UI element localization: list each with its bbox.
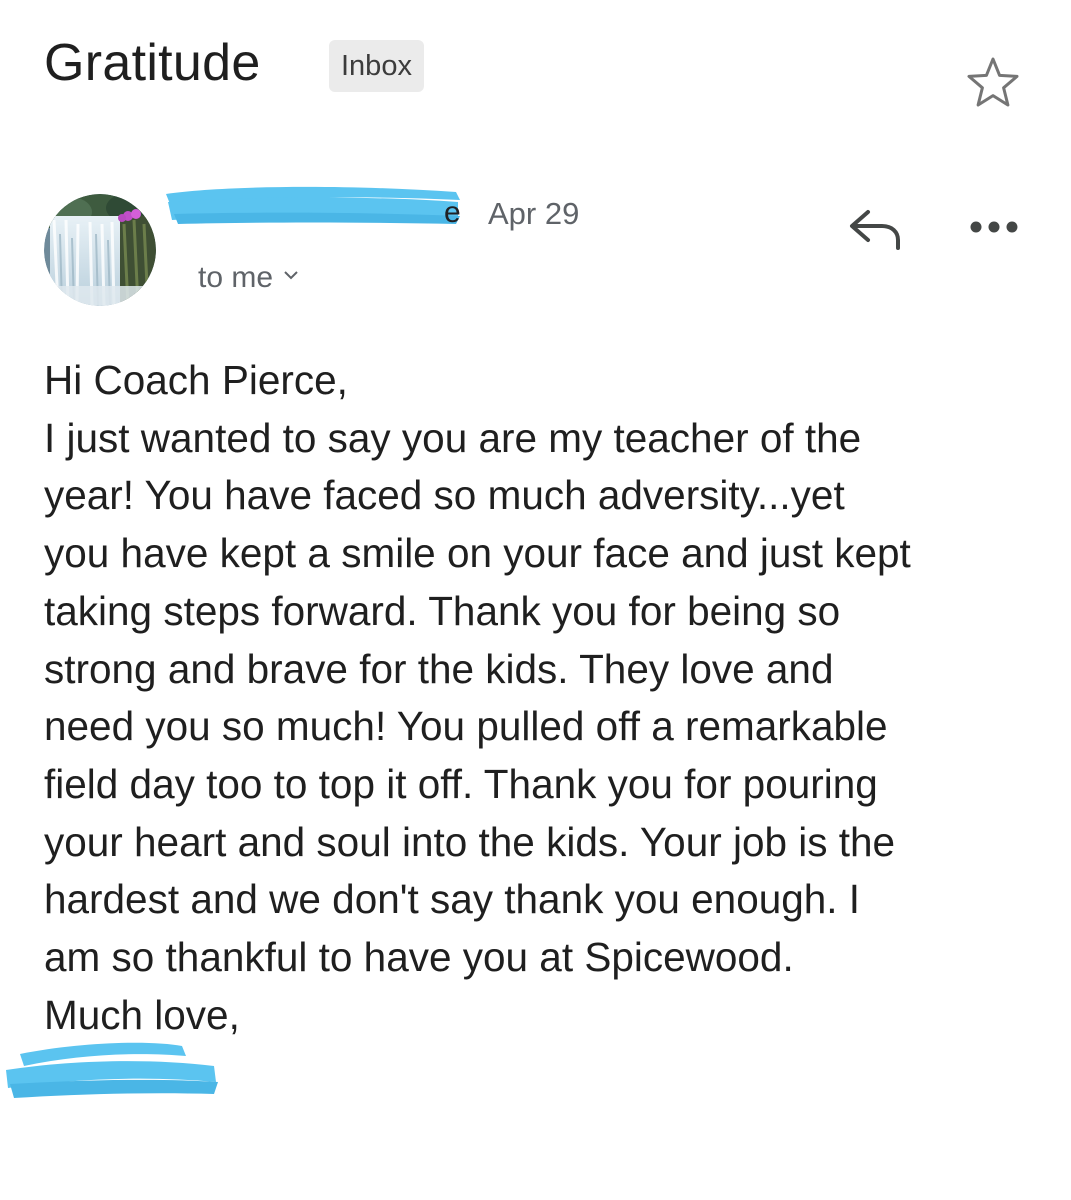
recipient-details-toggle[interactable]: to me — [198, 258, 299, 298]
body-line: Hi Coach Pierce, — [44, 357, 348, 403]
reply-icon[interactable] — [848, 206, 902, 250]
body-line: strong and brave for the kids. They love… — [44, 645, 834, 692]
body-line: year! You have faced so much adversity..… — [44, 472, 845, 519]
email-body: Hi Coach Pierce, I just wanted to say yo… — [44, 352, 1044, 1044]
body-line: hardest and we don't say thank you enoug… — [44, 876, 861, 923]
body-line: am so thankful to have you at Spicewood. — [44, 934, 794, 981]
body-line: need you so much! You pulled off a remar… — [44, 703, 888, 750]
body-line: you have kept a smile on your face and j… — [44, 530, 911, 577]
signature-redacted — [6, 1042, 218, 1098]
more-options-icon[interactable] — [968, 214, 1020, 240]
sender-avatar[interactable] — [44, 194, 156, 306]
chevron-down-icon — [284, 271, 298, 280]
email-date: Apr 29 — [488, 196, 580, 231]
inbox-label-chip[interactable]: Inbox — [329, 40, 424, 92]
body-line: field day too to top it off. Thank you f… — [44, 760, 878, 807]
sender-name-redacted: e — [166, 186, 461, 229]
star-icon[interactable] — [966, 56, 1020, 108]
body-line: taking steps forward. Thank you for bein… — [44, 587, 841, 634]
body-line: I just wanted to say you are my teacher … — [44, 414, 862, 461]
recipient-label: to me — [198, 261, 274, 294]
svg-text:e: e — [444, 196, 461, 229]
body-line: your heart and soul into the kids. Your … — [44, 818, 896, 865]
email-subject: Gratitude — [44, 34, 261, 92]
